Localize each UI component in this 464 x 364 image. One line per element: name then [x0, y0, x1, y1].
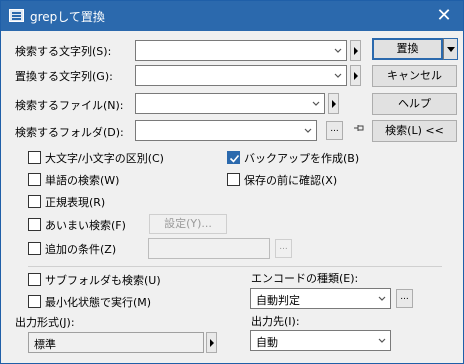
- close-button[interactable]: ✕: [431, 4, 457, 28]
- checkbox-box[interactable]: [28, 242, 41, 255]
- search-folder-combo[interactable]: [135, 120, 317, 141]
- app-icon: [9, 9, 24, 22]
- checkbox-box[interactable]: [28, 151, 41, 164]
- confirm-before-save-label: 保存の前に確認(X): [244, 174, 338, 187]
- replace-dropdown-button[interactable]: [443, 38, 458, 60]
- output-format-value: 標準: [34, 338, 56, 351]
- settings-button[interactable]: 設定(Y)...: [149, 214, 227, 234]
- checkbox-box[interactable]: [227, 151, 240, 164]
- chevron-down-icon: [304, 128, 312, 133]
- encoding-value: 自動判定: [256, 294, 300, 307]
- output-dest-label: 出力先(I):: [251, 315, 300, 328]
- extra-condition-label: 追加の条件(Z): [45, 243, 117, 256]
- window-title: grepして置換: [30, 10, 105, 24]
- cancel-button[interactable]: キャンセル: [372, 65, 457, 87]
- replace-button[interactable]: 置換: [372, 38, 443, 60]
- output-dest-value: 自動: [256, 336, 278, 349]
- regex-label: 正規表現(R): [45, 196, 106, 209]
- search-toggle-button[interactable]: 検索(L) <<: [372, 120, 457, 142]
- extra-condition-field[interactable]: [148, 238, 270, 259]
- grep-replace-dialog: grepして置換 ✕ 検索する文字列(S): 置換する文字列(G): 検索するフ…: [0, 0, 464, 364]
- output-dest-select[interactable]: 自動: [250, 330, 391, 351]
- checkbox-box[interactable]: [28, 295, 41, 308]
- fuzzy-search-label: あいまい検索(F): [45, 219, 126, 232]
- encoding-options-button[interactable]: ...: [396, 289, 413, 308]
- output-format-menu-button[interactable]: [206, 332, 217, 353]
- case-sensitive-label: 大文字/小文字の区別(C): [45, 152, 164, 165]
- chevron-down-icon: [334, 48, 342, 53]
- checkbox-box[interactable]: [28, 195, 41, 208]
- help-button[interactable]: ヘルプ: [372, 93, 457, 115]
- replace-string-combo[interactable]: [135, 65, 347, 86]
- search-file-combo[interactable]: [135, 93, 325, 114]
- output-format-field[interactable]: 標準: [28, 332, 204, 353]
- search-string-combo[interactable]: [135, 40, 347, 61]
- title-bar[interactable]: grepして置換 ✕: [1, 1, 463, 31]
- replace-string-label: 置換する文字列(G):: [15, 70, 113, 83]
- encoding-label: エンコードの種類(E):: [251, 272, 359, 285]
- minimized-label: 最小化状態で実行(M): [45, 296, 152, 309]
- divider: [28, 266, 442, 267]
- replace-string-menu-button[interactable]: [350, 65, 361, 86]
- search-string-label: 検索する文字列(S):: [15, 45, 112, 58]
- search-string-menu-button[interactable]: [350, 40, 361, 61]
- checkbox-box[interactable]: [28, 273, 41, 286]
- output-format-label: 出力形式(J):: [15, 316, 75, 329]
- search-folder-label: 検索するフォルダ(D):: [15, 126, 124, 139]
- checkbox-box[interactable]: [28, 173, 41, 186]
- subfolders-label: サブフォルダも検索(U): [45, 274, 161, 287]
- checkbox-box[interactable]: [227, 173, 240, 186]
- browse-folder-button[interactable]: ...: [326, 121, 343, 140]
- chevron-down-icon: [312, 101, 320, 106]
- search-file-label: 検索するファイル(N):: [15, 99, 124, 112]
- checkbox-box[interactable]: [28, 218, 41, 231]
- checkmark-icon: [229, 154, 240, 163]
- pin-icon[interactable]: [353, 122, 365, 134]
- chevron-down-icon: [378, 296, 386, 301]
- extra-condition-browse-button[interactable]: ...: [275, 239, 292, 258]
- close-icon: ✕: [436, 5, 452, 26]
- word-search-label: 単語の検索(W): [45, 174, 120, 187]
- backup-label: バックアップを作成(B): [244, 152, 360, 165]
- encoding-select[interactable]: 自動判定: [250, 288, 391, 309]
- chevron-down-icon: [378, 338, 386, 343]
- search-file-menu-button[interactable]: [328, 93, 339, 114]
- chevron-down-icon: [334, 73, 342, 78]
